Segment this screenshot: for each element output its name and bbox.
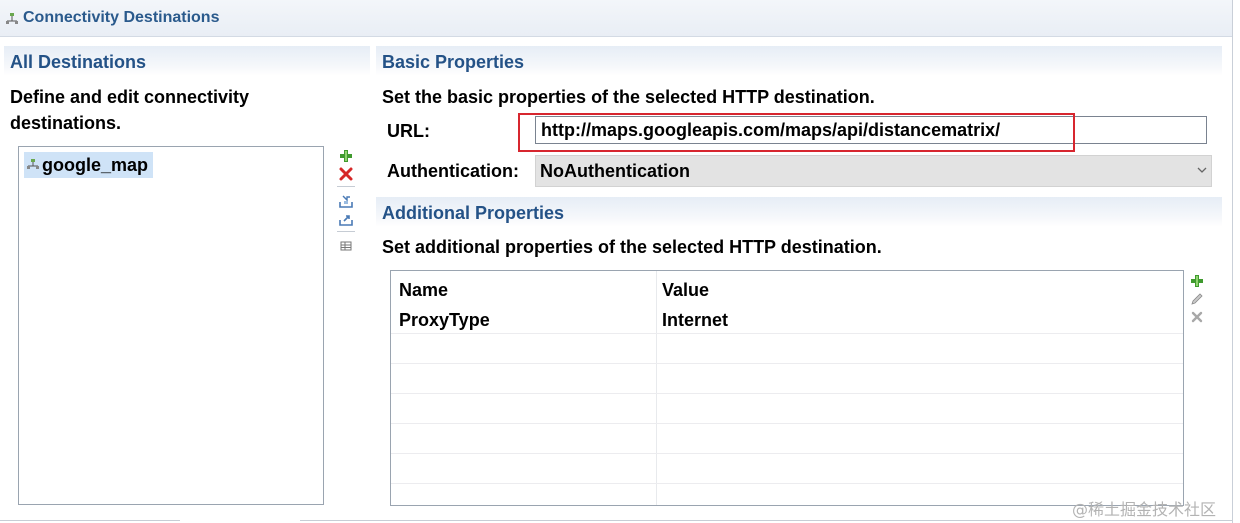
toolbar-separator bbox=[337, 231, 355, 232]
url-label: URL: bbox=[387, 121, 430, 141]
table-row[interactable]: ProxyType Internet bbox=[391, 307, 1183, 333]
column-header-name[interactable]: Name bbox=[399, 280, 448, 301]
authentication-value: NoAuthentication bbox=[540, 160, 690, 181]
row-separator bbox=[391, 333, 1183, 334]
property-value-cell: Internet bbox=[662, 310, 729, 330]
delete-icon[interactable] bbox=[338, 166, 354, 182]
destination-node-icon bbox=[27, 159, 39, 169]
chevron-down-icon[interactable] bbox=[1196, 164, 1208, 176]
column-header-value[interactable]: Value bbox=[662, 280, 709, 301]
all-destinations-title: All Destinations bbox=[10, 52, 147, 72]
url-input[interactable] bbox=[535, 116, 1207, 144]
edit-icon[interactable] bbox=[1189, 291, 1205, 307]
window-right-border bbox=[1232, 0, 1233, 523]
row-separator bbox=[391, 483, 1183, 484]
additional-properties-table[interactable]: Name Value ProxyType Internet bbox=[390, 270, 1184, 506]
status-line bbox=[300, 520, 1232, 521]
basic-properties-title: Basic Properties bbox=[382, 52, 525, 72]
basic-properties-description: Set the basic properties of the selected… bbox=[382, 87, 875, 107]
property-name-cell: ProxyType bbox=[399, 310, 490, 330]
watermark: @稀土掘金技术社区 bbox=[1072, 500, 1217, 519]
row-separator bbox=[391, 393, 1183, 394]
details-icon[interactable] bbox=[338, 238, 354, 254]
row-separator bbox=[391, 453, 1183, 454]
destination-item-google-map[interactable]: google_map bbox=[24, 152, 154, 178]
additional-properties-title: Additional Properties bbox=[382, 203, 565, 223]
import-icon[interactable] bbox=[338, 193, 354, 209]
row-separator bbox=[391, 423, 1183, 424]
authentication-label: Authentication: bbox=[387, 161, 519, 181]
toolbar-separator bbox=[337, 186, 355, 187]
add-icon[interactable] bbox=[1189, 273, 1205, 289]
destination-list[interactable]: google_map bbox=[18, 146, 324, 505]
destination-node-icon bbox=[6, 13, 18, 24]
window-title: Connectivity Destinations bbox=[23, 9, 220, 26]
remove-icon[interactable] bbox=[1189, 309, 1205, 325]
export-icon[interactable] bbox=[338, 211, 354, 227]
status-line bbox=[0, 520, 180, 521]
authentication-select[interactable]: NoAuthentication bbox=[535, 155, 1212, 187]
add-icon[interactable] bbox=[338, 148, 354, 164]
all-destinations-description: Define and edit connectivity destination… bbox=[10, 87, 250, 133]
destination-item-label: google_map bbox=[42, 154, 149, 175]
row-separator bbox=[391, 363, 1183, 364]
additional-properties-description: Set additional properties of the selecte… bbox=[382, 237, 882, 257]
